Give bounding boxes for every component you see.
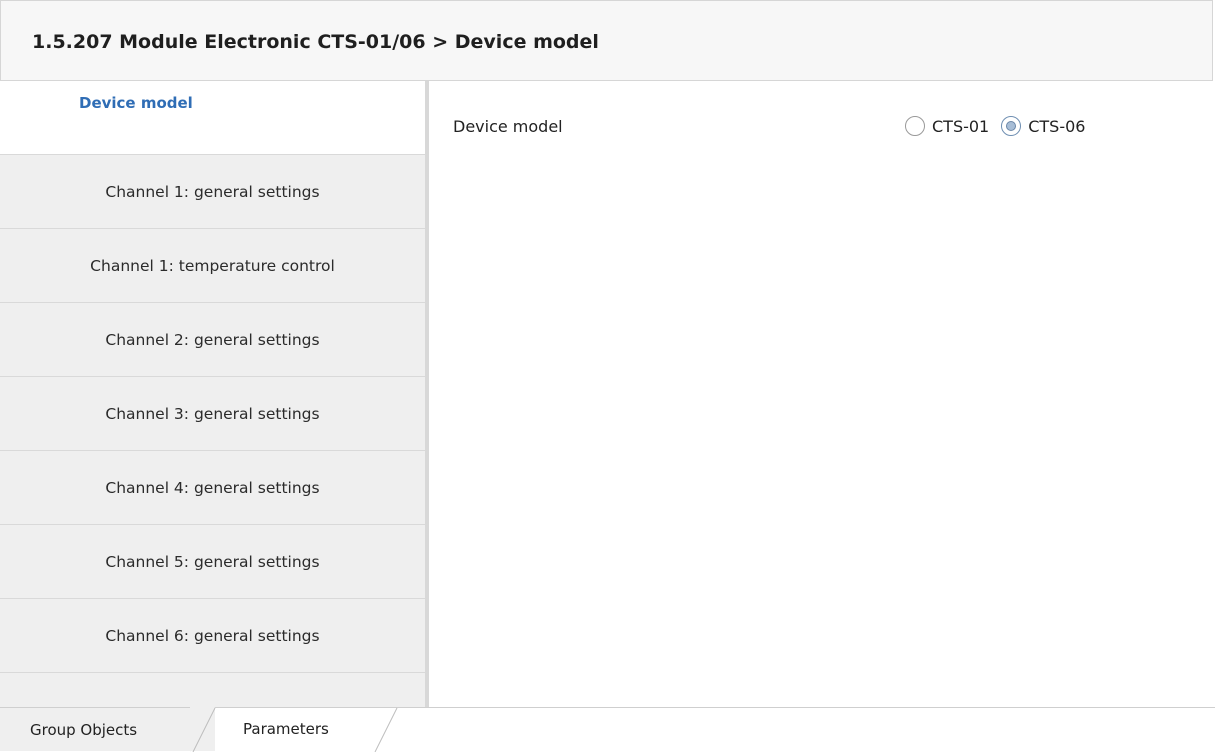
sidebar-item-device-model[interactable]: Device model: [0, 81, 425, 155]
sidebar-item-label: Channel 2: general settings: [105, 331, 320, 349]
parameter-sidebar: Device model Channel 1: general settings…: [0, 81, 429, 707]
sidebar-item-channel-3-general[interactable]: Channel 3: general settings: [0, 377, 425, 451]
sidebar-item-label: Channel 3: general settings: [105, 405, 320, 423]
sidebar-item-channel-1-general[interactable]: Channel 1: general settings: [0, 155, 425, 229]
tab-divider: [190, 707, 216, 752]
tab-divider: [374, 707, 398, 752]
sidebar-item-label: Channel 1: general settings: [105, 183, 320, 201]
sidebar-item-channel-2-general[interactable]: Channel 2: general settings: [0, 303, 425, 377]
device-model-radio-group: CTS-01 CTS-06: [905, 113, 1097, 139]
radio-label: CTS-06: [1028, 116, 1086, 136]
radio-label: CTS-01: [932, 116, 990, 136]
radio-checked-icon[interactable]: [1001, 116, 1022, 136]
sidebar-item-label: Device model: [79, 94, 193, 112]
tab-parameters[interactable]: Parameters: [215, 707, 385, 751]
device-model-label: Device model: [453, 117, 563, 136]
sidebar-item-label: Channel 6: general settings: [105, 627, 320, 645]
sidebar-item-channel-4-general[interactable]: Channel 4: general settings: [0, 451, 425, 525]
sidebar-item-channel-6-general[interactable]: Channel 6: general settings: [0, 599, 425, 673]
sidebar-item-label: Channel 1: temperature control: [90, 257, 335, 275]
title-bar: 1.5.207 Module Electronic CTS-01/06 > De…: [0, 0, 1213, 81]
radio-option-cts-06[interactable]: CTS-06: [1001, 116, 1085, 136]
tab-label: Parameters: [243, 720, 329, 738]
bottom-tab-bar: Group Objects Parameters: [0, 707, 1215, 752]
sidebar-item-channel-1-temperature[interactable]: Channel 1: temperature control: [0, 229, 425, 303]
sidebar-item-label: Channel 5: general settings: [105, 553, 320, 571]
tab-group-objects[interactable]: Group Objects: [0, 707, 215, 751]
radio-option-cts-01[interactable]: CTS-01: [905, 116, 989, 136]
radio-unchecked-icon[interactable]: [905, 116, 925, 136]
parameter-panel: Device model CTS-01 CTS-06: [429, 81, 1213, 707]
sidebar-item-channel-5-general[interactable]: Channel 5: general settings: [0, 525, 425, 599]
sidebar-item-label: Channel 4: general settings: [105, 479, 320, 497]
tab-label: Group Objects: [30, 721, 138, 739]
page-title: 1.5.207 Module Electronic CTS-01/06 > De…: [32, 31, 599, 53]
